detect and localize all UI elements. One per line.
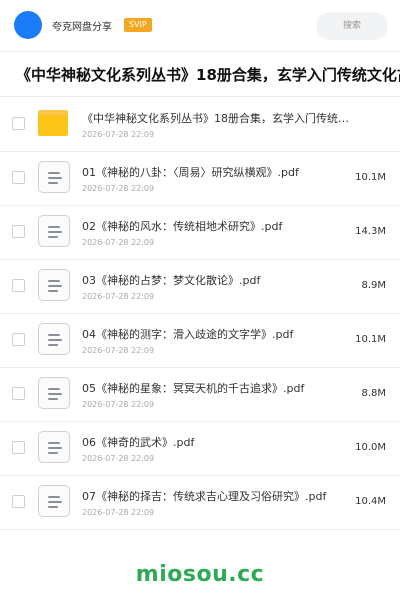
document-icon bbox=[38, 323, 70, 355]
file-size: 10.1M bbox=[355, 172, 386, 183]
file-row[interactable]: 05《神秘的星象：冥冥天机的千古追求》.pdf 2026-07-28 22:09 8… bbox=[0, 368, 400, 422]
page-title: 《中华神秘文化系列丛书》18册合集，玄学入门传统文化古 bbox=[0, 53, 400, 97]
select-checkbox[interactable] bbox=[12, 387, 25, 400]
document-icon bbox=[38, 161, 70, 193]
file-name: 07《神秘的择吉：传统求吉心理及习俗研究》.pdf bbox=[82, 490, 327, 503]
document-icon bbox=[38, 431, 70, 463]
file-row[interactable]: 07《神秘的择吉：传统求吉心理及习俗研究》.pdf 2026-07-28 22:0… bbox=[0, 476, 400, 530]
watermark: miosou.cc bbox=[135, 562, 265, 587]
select-checkbox[interactable] bbox=[12, 441, 25, 454]
file-date: 2026-07-28 22:09 bbox=[82, 346, 155, 355]
select-checkbox[interactable] bbox=[12, 495, 25, 508]
file-date: 2026-07-28 22:09 bbox=[82, 400, 155, 409]
top-bar: 夸克网盘分享 SVIP 搜索 bbox=[0, 0, 400, 52]
file-name: 06《神奇的武术》.pdf bbox=[82, 436, 195, 449]
document-icon bbox=[38, 269, 70, 301]
file-size: 14.3M bbox=[355, 226, 386, 237]
file-name: 05《神秘的星象：冥冥天机的千古追求》.pdf bbox=[82, 382, 305, 395]
file-row[interactable]: 04《神秘的测字：滑入歧途的文字学》.pdf 2026-07-28 22:09 10… bbox=[0, 314, 400, 368]
search-input[interactable]: 搜索 bbox=[316, 12, 388, 40]
document-icon bbox=[38, 377, 70, 409]
file-date: 2026-07-28 22:09 bbox=[82, 238, 155, 247]
file-size: 8.8M bbox=[361, 388, 386, 399]
select-checkbox[interactable] bbox=[12, 171, 25, 184]
file-name: 03《神秘的占梦：梦文化散论》.pdf bbox=[82, 274, 261, 287]
file-row[interactable]: 03《神秘的占梦：梦文化散论》.pdf 2026-07-28 22:09 8.9M bbox=[0, 260, 400, 314]
file-date: 2026-07-28 22:09 bbox=[82, 130, 155, 139]
file-row[interactable]: 01《神秘的八卦：〈周易〉研究纵横观》.pdf 2026-07-28 22:09 1… bbox=[0, 152, 400, 206]
file-size: 10.0M bbox=[355, 442, 386, 453]
file-size: 10.4M bbox=[355, 496, 386, 507]
folder-icon bbox=[38, 107, 70, 139]
select-checkbox[interactable] bbox=[12, 333, 25, 346]
file-row[interactable]: 02《神秘的风水：传统相地术研究》.pdf 2026-07-28 22:09 14.… bbox=[0, 206, 400, 260]
file-name: 02《神秘的风水：传统相地术研究》.pdf bbox=[82, 220, 283, 233]
file-name: 01《神秘的八卦：〈周易〉研究纵横观》.pdf bbox=[82, 166, 299, 179]
document-icon bbox=[38, 215, 70, 247]
file-date: 2026-07-28 22:09 bbox=[82, 454, 155, 463]
file-date: 2026-07-28 22:09 bbox=[82, 292, 155, 301]
document-icon bbox=[38, 485, 70, 517]
file-row[interactable]: 06《神奇的武术》.pdf 2026-07-28 22:09 10.0M bbox=[0, 422, 400, 476]
svip-badge: SVIP bbox=[124, 18, 152, 32]
file-size: 10.1M bbox=[355, 334, 386, 345]
avatar[interactable] bbox=[14, 11, 42, 39]
file-name: 04《神秘的测字：滑入歧途的文字学》.pdf bbox=[82, 328, 294, 341]
file-date: 2026-07-28 22:09 bbox=[82, 184, 155, 193]
file-name: 《中华神秘文化系列丛书》18册合集，玄学入门传统文... bbox=[82, 112, 352, 125]
select-checkbox[interactable] bbox=[12, 225, 25, 238]
file-list: 《中华神秘文化系列丛书》18册合集，玄学入门传统文... 2026-07-28 2… bbox=[0, 98, 400, 530]
select-checkbox[interactable] bbox=[12, 279, 25, 292]
file-date: 2026-07-28 22:09 bbox=[82, 508, 155, 517]
select-checkbox[interactable] bbox=[12, 117, 25, 130]
file-size: 8.9M bbox=[361, 280, 386, 291]
username: 夸克网盘分享 bbox=[52, 22, 112, 33]
file-row[interactable]: 《中华神秘文化系列丛书》18册合集，玄学入门传统文... 2026-07-28 2… bbox=[0, 98, 400, 152]
